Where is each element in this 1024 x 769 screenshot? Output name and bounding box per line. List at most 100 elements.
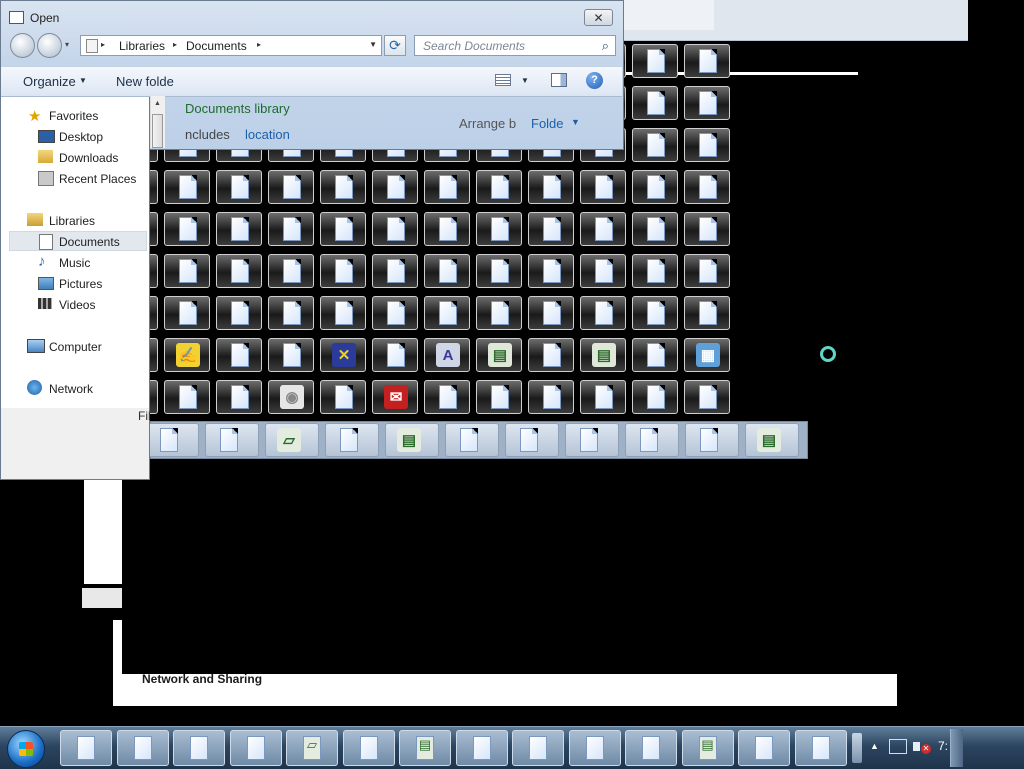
desktop-shortcut[interactable] (684, 170, 730, 204)
taskbar-button[interactable] (229, 730, 282, 766)
nav-videos[interactable]: Videos (59, 298, 95, 312)
desktop-shortcut[interactable] (632, 254, 678, 288)
desktop-shortcut[interactable] (325, 423, 379, 457)
nav-music[interactable]: Music (59, 256, 90, 270)
nav-recent-places[interactable]: Recent Places (59, 172, 136, 186)
address-chevron-down-icon[interactable]: ▼ (369, 40, 377, 49)
desktop-shortcut[interactable] (205, 423, 259, 457)
desktop-shortcut[interactable]: ✉ (372, 380, 418, 414)
library-location-link[interactable]: location (245, 127, 290, 142)
desktop-shortcut[interactable] (424, 254, 470, 288)
desktop-shortcut[interactable] (684, 296, 730, 330)
desktop-shortcut[interactable] (216, 254, 262, 288)
desktop-shortcut[interactable] (528, 254, 574, 288)
desktop-shortcut[interactable]: ▱ (265, 423, 319, 457)
taskbar-button[interactable]: ▤ (399, 730, 451, 766)
nav-computer[interactable]: Computer (49, 340, 102, 354)
taskbar-button[interactable]: ▤ (681, 730, 734, 766)
desktop-shortcut[interactable] (684, 212, 730, 246)
taskbar-scroll[interactable] (852, 733, 862, 763)
desktop-shortcut[interactable] (528, 380, 574, 414)
desktop-shortcut[interactable] (632, 128, 678, 162)
show-desktop-button[interactable] (950, 729, 963, 767)
taskbar-button[interactable] (625, 730, 677, 766)
desktop-shortcut[interactable] (632, 296, 678, 330)
desktop-shortcut[interactable] (580, 296, 626, 330)
desktop-shortcut[interactable]: ▤ (385, 423, 439, 457)
new-folder-button[interactable]: New folde (116, 74, 174, 89)
taskbar-button[interactable] (342, 730, 395, 766)
desktop-shortcut[interactable] (268, 212, 314, 246)
close-button[interactable]: ✕ (584, 9, 613, 26)
desktop-shortcut[interactable] (320, 380, 366, 414)
arrange-chevron-down-icon[interactable]: ▼ (571, 117, 580, 127)
desktop-shortcut[interactable] (632, 44, 678, 78)
taskbar-button[interactable] (794, 730, 847, 766)
desktop-shortcut[interactable] (445, 423, 499, 457)
scroll-thumb[interactable] (152, 114, 163, 148)
nav-scrollbar[interactable]: ▲ (150, 96, 165, 148)
desktop-shortcut[interactable] (528, 212, 574, 246)
nav-favorites[interactable]: Favorites (49, 109, 98, 123)
nav-network[interactable]: Network (49, 382, 93, 396)
taskbar-button[interactable] (116, 730, 169, 766)
desktop-shortcut[interactable] (320, 254, 366, 288)
nav-downloads[interactable]: Downloads (59, 151, 118, 165)
desktop-shortcut[interactable] (372, 296, 418, 330)
desktop-shortcut[interactable] (268, 170, 314, 204)
breadcrumb-documents[interactable]: Documents (186, 39, 247, 53)
desktop-shortcut[interactable] (632, 170, 678, 204)
address-bar[interactable]: ▸ Libraries ▸ Documents ▸ ▼ (80, 35, 382, 56)
breadcrumb-separator-icon[interactable]: ▸ (173, 40, 177, 49)
desktop-shortcut[interactable] (320, 170, 366, 204)
desktop-shortcut[interactable]: ▤ (580, 338, 626, 372)
taskbar-button[interactable] (512, 730, 564, 766)
desktop-shortcut[interactable] (580, 380, 626, 414)
desktop-shortcut[interactable]: ✍ (164, 338, 210, 372)
taskbar-button[interactable] (173, 730, 225, 766)
organize-button[interactable]: Organize (23, 74, 76, 89)
desktop-shortcut[interactable] (684, 86, 730, 120)
taskbar-button[interactable] (568, 730, 621, 766)
desktop-shortcut[interactable] (372, 338, 418, 372)
network-tray-icon[interactable] (889, 739, 907, 754)
desktop-shortcut[interactable] (424, 380, 470, 414)
desktop-shortcut[interactable] (216, 380, 262, 414)
start-button[interactable] (7, 730, 45, 768)
desktop-shortcut[interactable] (424, 170, 470, 204)
desktop-shortcut[interactable] (580, 212, 626, 246)
desktop-shortcut[interactable] (505, 423, 559, 457)
desktop-shortcut[interactable] (216, 338, 262, 372)
desktop-shortcut[interactable] (320, 296, 366, 330)
desktop-shortcut[interactable] (632, 380, 678, 414)
taskbar-button[interactable]: ▱ (286, 730, 338, 766)
desktop-shortcut[interactable] (476, 212, 522, 246)
help-icon[interactable]: ? (586, 72, 603, 89)
desktop-shortcut[interactable] (476, 380, 522, 414)
organize-chevron-down-icon[interactable]: ▼ (79, 76, 87, 85)
arrange-by-dropdown[interactable]: Folde (531, 116, 564, 131)
forward-button[interactable] (37, 33, 62, 58)
desktop-shortcut[interactable]: ▦ (684, 338, 730, 372)
desktop-shortcut[interactable] (216, 296, 262, 330)
desktop-shortcut[interactable] (580, 170, 626, 204)
refresh-button[interactable]: ⟳ (384, 35, 406, 56)
desktop-shortcut[interactable] (684, 44, 730, 78)
desktop-shortcut[interactable] (476, 170, 522, 204)
nav-documents[interactable]: Documents (59, 235, 120, 249)
taskbar-button[interactable] (60, 730, 112, 766)
desktop-shortcut[interactable] (632, 212, 678, 246)
back-button[interactable] (10, 33, 35, 58)
desktop-shortcut[interactable]: A (424, 338, 470, 372)
desktop-shortcut[interactable] (528, 338, 574, 372)
desktop-shortcut[interactable] (632, 86, 678, 120)
desktop-shortcut[interactable] (476, 254, 522, 288)
desktop-shortcut[interactable] (216, 212, 262, 246)
search-input[interactable]: Search Documents ⌕ (414, 35, 616, 56)
breadcrumb-libraries[interactable]: Libraries (119, 39, 165, 53)
recent-pages-chevron-down-icon[interactable]: ▾ (65, 40, 69, 49)
desktop-shortcut[interactable] (625, 423, 679, 457)
desktop-shortcut[interactable] (164, 254, 210, 288)
clock[interactable]: 7: (938, 739, 948, 753)
nav-pictures[interactable]: Pictures (59, 277, 102, 291)
